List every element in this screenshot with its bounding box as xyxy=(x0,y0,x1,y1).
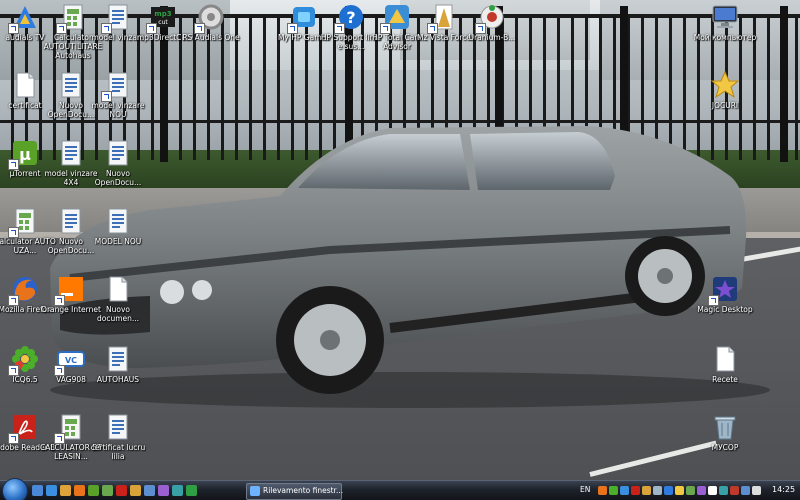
hp-care-icon xyxy=(380,2,412,34)
audials-one-icon xyxy=(194,2,226,34)
tray-icon[interactable] xyxy=(642,486,651,495)
document-icon xyxy=(103,412,133,442)
document-icon xyxy=(56,138,86,168)
magic-desktop-icon xyxy=(708,274,740,306)
desktop-icon-model-nou[interactable]: MODEL NOU xyxy=(85,206,151,246)
tray-icon[interactable] xyxy=(686,486,695,495)
start-button[interactable] xyxy=(2,478,28,500)
clock[interactable]: 14:25 xyxy=(772,485,795,494)
language-indicator[interactable]: EN xyxy=(580,485,590,494)
firefox-icon xyxy=(8,274,40,306)
app-icon[interactable] xyxy=(130,485,141,496)
utorrent-icon[interactable] xyxy=(88,485,99,496)
blank-file-icon-graphic xyxy=(109,276,128,302)
document-icon-graphic xyxy=(108,140,128,166)
recycle-bin-icon xyxy=(710,412,740,442)
svg-text:?: ? xyxy=(346,8,355,27)
svg-text:µ: µ xyxy=(19,145,31,164)
desktop-icon-magic-desktop[interactable]: Magic Desktop xyxy=(692,274,758,314)
computer-icon-graphic xyxy=(712,5,738,28)
vcds-icon: VC xyxy=(54,344,86,376)
blank-file-icon-graphic xyxy=(716,346,735,372)
ie-icon[interactable] xyxy=(46,485,57,496)
desktop-icon-rs-audials-one[interactable]: RS Audials One xyxy=(178,2,244,42)
svg-text:mp3: mp3 xyxy=(154,10,171,18)
desktop-icon-nuovo-opendoc-2[interactable]: Nuovo OpenDocu... xyxy=(85,138,151,187)
app-icon[interactable] xyxy=(172,485,183,496)
firefox-icon[interactable] xyxy=(74,485,85,496)
tray-icon[interactable] xyxy=(653,486,662,495)
tray-icon[interactable] xyxy=(675,486,684,495)
uranium-icon xyxy=(475,2,507,34)
taskbar-window-button[interactable]: Rilevamento finestr... xyxy=(246,483,343,500)
calculator-icon xyxy=(54,412,86,444)
desktop-icon-model-vinzare-nou[interactable]: model vinzare NOU xyxy=(85,70,151,119)
star-icon xyxy=(710,70,740,100)
tray-icon[interactable] xyxy=(620,486,629,495)
app-icon[interactable] xyxy=(186,485,197,496)
media-icon[interactable] xyxy=(60,485,71,496)
document-icon xyxy=(56,206,86,236)
tray-icon[interactable] xyxy=(664,486,673,495)
document-icon xyxy=(103,344,133,374)
document-icon-graphic xyxy=(61,72,81,98)
desktop-icon-autohaus[interactable]: AUTOHAUS xyxy=(85,344,151,384)
app-icon[interactable] xyxy=(144,485,155,496)
tray-icon[interactable] xyxy=(730,486,739,495)
orange-icon xyxy=(54,274,86,306)
svg-text:cut: cut xyxy=(158,19,168,26)
mp3-icon: mp3 cut xyxy=(146,2,178,34)
document-icon xyxy=(56,70,86,100)
taskbar: Rilevamento finestr... EN 14:25 xyxy=(0,478,800,500)
blank-file-icon xyxy=(103,274,133,304)
adobe-reader-icon xyxy=(8,412,40,444)
tray-icon[interactable] xyxy=(708,486,717,495)
document-icon xyxy=(103,138,133,168)
desktop-icon-my-computer[interactable]: Мой компьютер xyxy=(692,2,758,42)
window-icon xyxy=(250,486,260,496)
calculator-icon xyxy=(8,206,40,238)
document-icon-graphic xyxy=(61,208,81,234)
desktop: audials TV Calculator AUTOUTILITARE Auto… xyxy=(0,0,800,500)
tray-icon[interactable] xyxy=(741,486,750,495)
desktop-icon-nuovo-document[interactable]: Nuovo documen... xyxy=(85,274,151,323)
document-icon xyxy=(101,70,133,102)
tray-icon[interactable] xyxy=(719,486,728,495)
tray-icon[interactable] xyxy=(697,486,706,495)
help-icon: ? xyxy=(334,2,366,34)
tray-icon[interactable] xyxy=(609,486,618,495)
utorrent-icon: µ xyxy=(8,138,40,170)
tray-icon[interactable] xyxy=(598,486,607,495)
blank-file-icon xyxy=(710,344,740,374)
desktop-icon-certificat-lucru[interactable]: certificat lucru lilia xyxy=(85,412,151,461)
app-icon[interactable] xyxy=(102,485,113,496)
desktop-icon-jocuri[interactable]: JOCURI xyxy=(692,70,758,110)
document-icon-graphic xyxy=(108,208,128,234)
tray-icon[interactable] xyxy=(631,486,640,495)
app-icon[interactable] xyxy=(158,485,169,496)
recycle-bin-icon-graphic xyxy=(714,416,736,440)
show-desktop-icon[interactable] xyxy=(32,485,43,496)
desktop-icon-recycle-bin[interactable]: МУСОР xyxy=(692,412,758,452)
volume-icon[interactable] xyxy=(752,486,761,495)
icq-icon xyxy=(8,344,40,376)
svg-text:VC: VC xyxy=(65,356,77,365)
desktop-icon-uranium-backup[interactable]: Uranium-B... xyxy=(459,2,525,42)
star-icon-graphic xyxy=(710,70,740,99)
calculator-icon xyxy=(56,2,88,34)
blank-file-icon xyxy=(10,70,40,100)
document-icon-graphic xyxy=(61,140,81,166)
hp-games-icon xyxy=(287,2,319,34)
document-icon-graphic xyxy=(108,346,128,372)
desktop-icon-recete[interactable]: Recete xyxy=(692,344,758,384)
document-icon xyxy=(103,206,133,236)
document-icon-graphic xyxy=(108,414,128,440)
mz-vista-icon xyxy=(427,2,459,34)
blank-file-icon-graphic xyxy=(16,72,35,98)
audials-tv-icon xyxy=(8,2,40,34)
document-icon xyxy=(101,2,133,34)
app-icon[interactable] xyxy=(116,485,127,496)
computer-icon xyxy=(710,2,740,32)
